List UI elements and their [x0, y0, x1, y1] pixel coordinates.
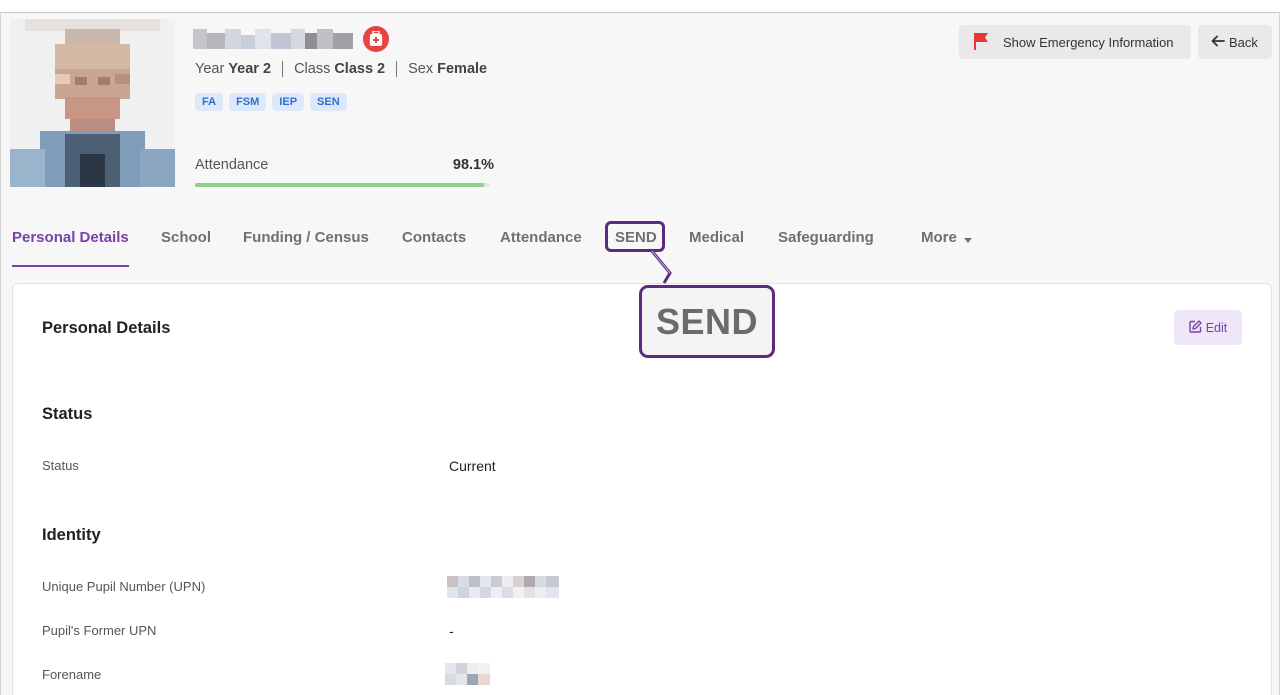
- tab-funding-census[interactable]: Funding / Census: [243, 229, 369, 246]
- attendance-bar: [195, 183, 490, 187]
- former-upn-label: Pupil's Former UPN: [42, 623, 157, 638]
- meta-divider: [282, 61, 284, 77]
- sex-value: Female: [437, 61, 488, 77]
- pupil-photo: [10, 19, 175, 187]
- tab-school[interactable]: School: [161, 229, 211, 246]
- tag-fsm: FSM: [229, 93, 267, 111]
- class-value: Class 2: [334, 61, 386, 77]
- send-callout: SEND: [639, 285, 775, 358]
- sex-info: Sex Female: [408, 61, 487, 77]
- tab-more[interactable]: More: [921, 229, 973, 247]
- caret-down-icon: [964, 230, 973, 247]
- tag-iep: IEP: [272, 93, 305, 111]
- tab-personal-details[interactable]: Personal Details: [12, 229, 129, 246]
- edit-icon: [1189, 319, 1202, 336]
- year-info: Year Year 2: [195, 61, 271, 77]
- year-label: Year: [195, 61, 225, 77]
- class-info: Class Class 2: [294, 61, 385, 77]
- forename-value-redacted: [445, 663, 490, 690]
- flag-icon: [973, 32, 989, 53]
- attendance-value: 98.1%: [452, 157, 494, 173]
- identity-section-title: Identity: [42, 526, 101, 544]
- medical-bag-icon[interactable]: [363, 26, 389, 52]
- upn-value-redacted: [447, 576, 559, 603]
- pupil-name-redacted: [193, 29, 353, 49]
- forename-label: Forename: [42, 667, 102, 682]
- tab-safeguarding[interactable]: Safeguarding: [778, 229, 874, 246]
- tab-more-label: More: [921, 229, 957, 246]
- edit-label: Edit: [1205, 320, 1228, 335]
- former-upn-value: -: [449, 623, 454, 639]
- attendance-bar-fill: [195, 183, 485, 187]
- tab-medical[interactable]: Medical: [689, 229, 744, 246]
- upn-label: Unique Pupil Number (UPN): [42, 579, 206, 594]
- send-tab-highlight: [605, 221, 665, 252]
- tab-contacts[interactable]: Contacts: [402, 229, 466, 246]
- back-label: Back: [1229, 34, 1258, 50]
- callout-pointer: [650, 250, 672, 284]
- status-section-title: Status: [42, 405, 93, 423]
- show-emergency-info-label: Show Emergency Information: [1003, 34, 1174, 50]
- show-emergency-info-button[interactable]: Show Emergency Information: [959, 25, 1191, 59]
- pupil-meta: Year Year 2 Class Class 2 Sex Female: [195, 61, 487, 77]
- sex-label: Sex: [408, 61, 434, 77]
- tag-sen: SEN: [310, 93, 347, 111]
- card-title: Personal Details: [42, 319, 171, 337]
- edit-button[interactable]: Edit: [1174, 310, 1242, 345]
- meta-divider: [396, 61, 398, 77]
- class-label: Class: [294, 61, 331, 77]
- active-tab-indicator: [12, 265, 129, 267]
- pupil-tags: FA FSM IEP SEN: [195, 93, 347, 111]
- attendance-label: Attendance: [195, 157, 269, 173]
- tab-attendance[interactable]: Attendance: [500, 229, 582, 246]
- tag-fa: FA: [195, 93, 224, 111]
- status-label: Status: [42, 458, 79, 473]
- pupil-profile-window: Year Year 2 Class Class 2 Sex Female FA …: [0, 12, 1280, 695]
- year-value: Year 2: [228, 61, 272, 77]
- back-button[interactable]: Back: [1198, 25, 1272, 59]
- status-value: Current: [449, 458, 496, 474]
- arrow-left-icon: [1211, 35, 1225, 50]
